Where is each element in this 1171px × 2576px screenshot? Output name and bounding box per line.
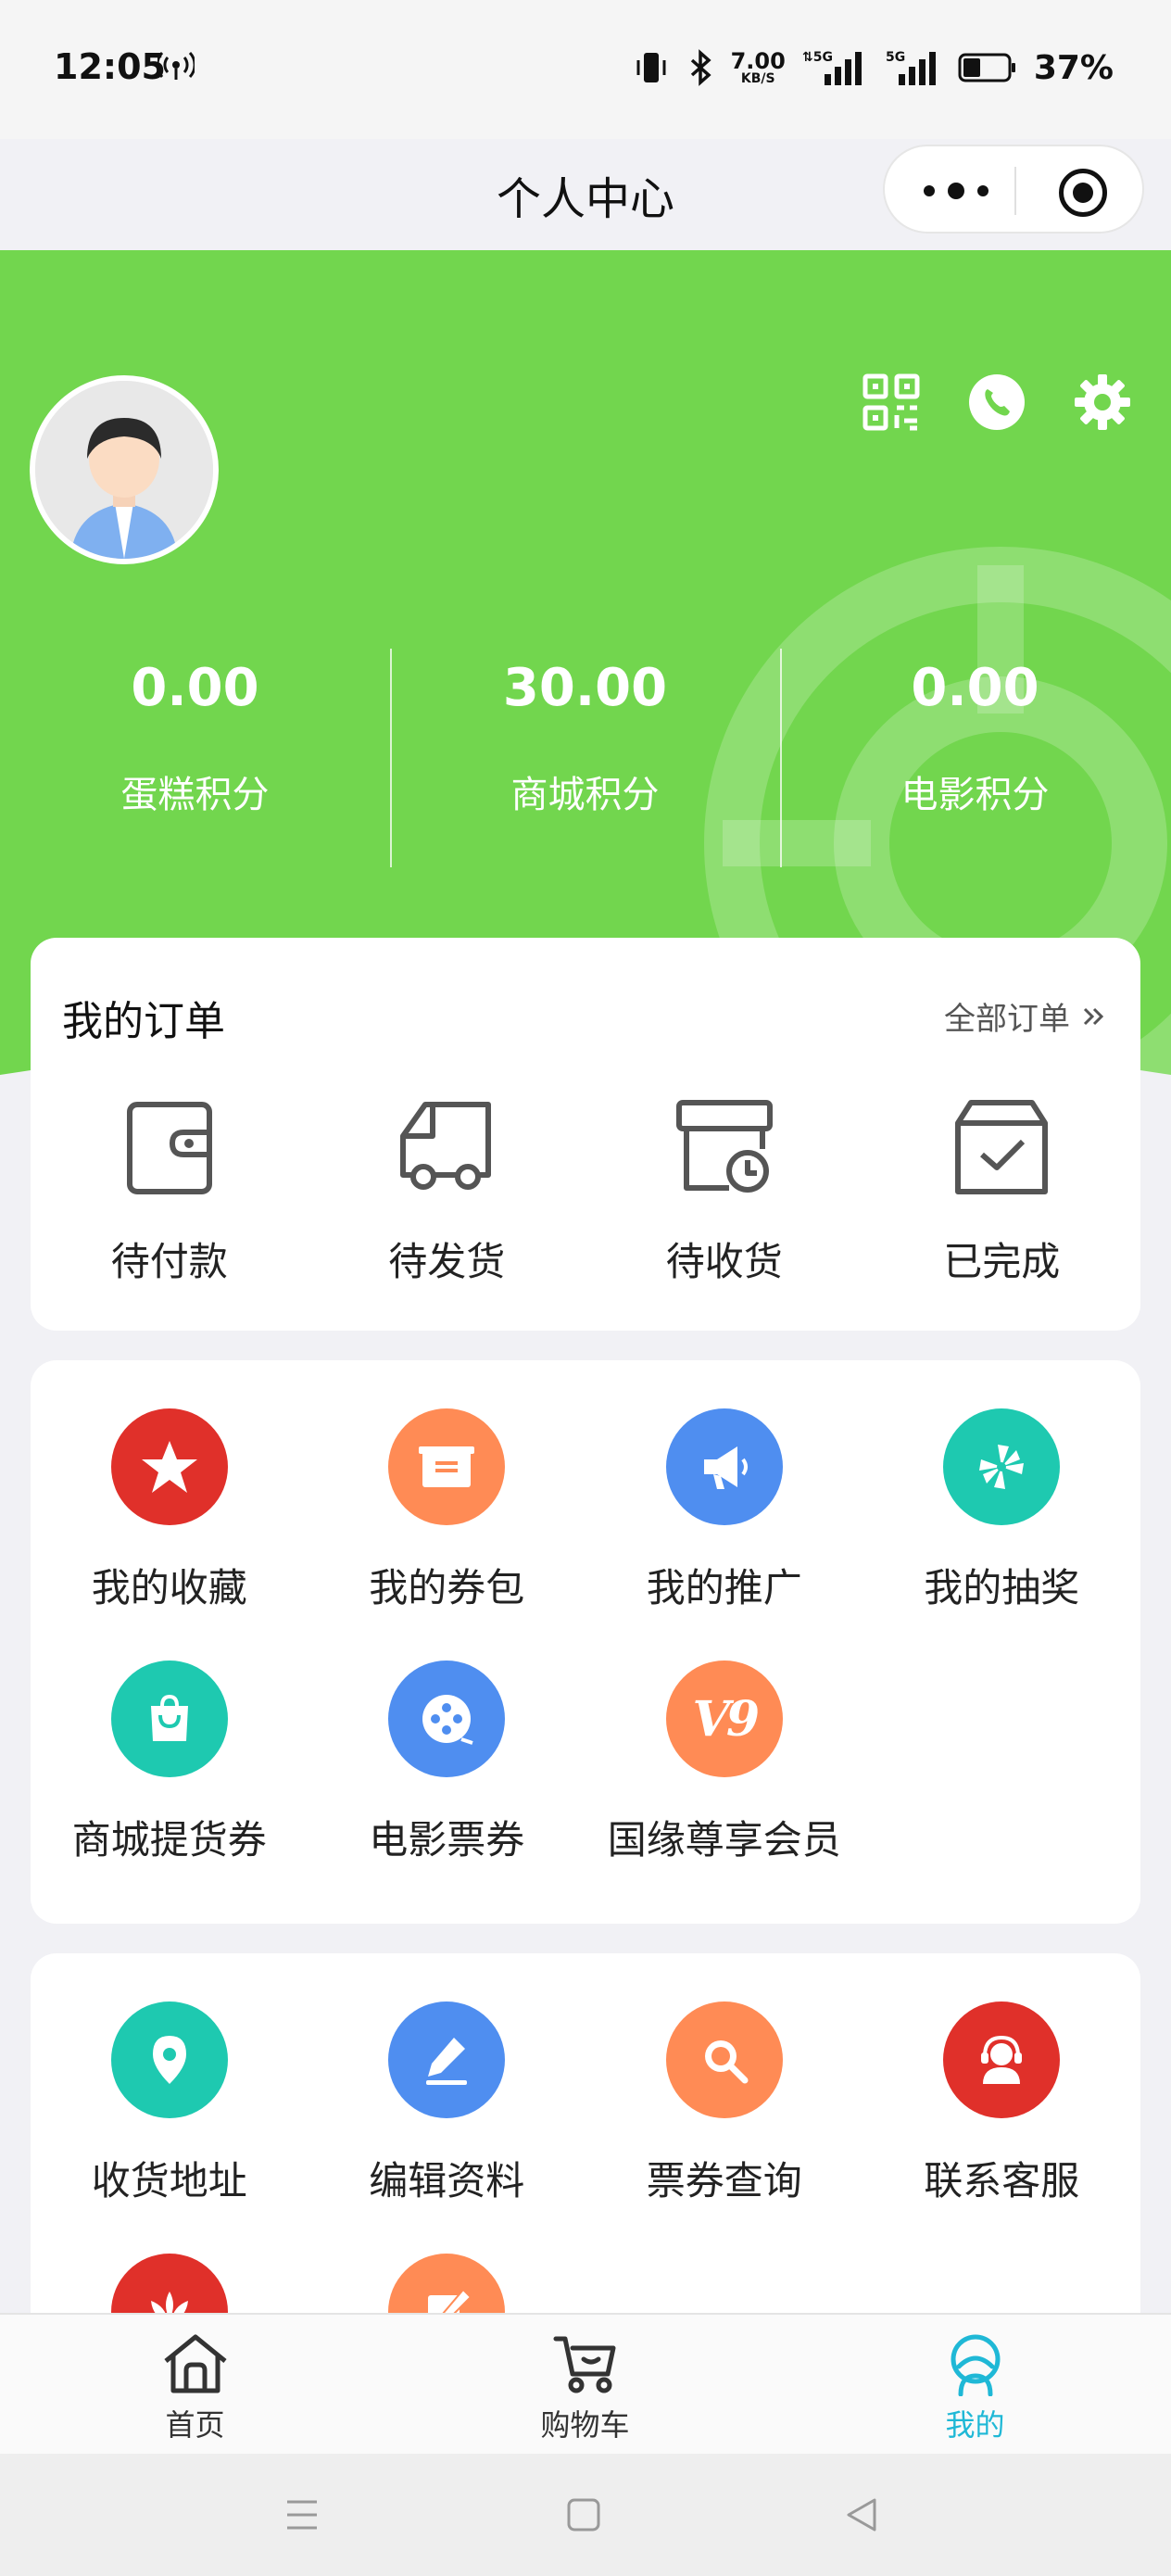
mall-voucher[interactable]: 商城提货券 [31,1661,308,1913]
order-pending-shipment[interactable]: 待发货 [308,1095,586,1287]
film-reel-icon [388,1661,506,1777]
points-movie[interactable]: 0.00 电影积分 [780,649,1170,867]
search-icon [665,2001,783,2118]
tab-label: 首页 [165,2407,225,2443]
my-lottery[interactable]: 我的抽奖 [863,1408,1141,1661]
my-promotion[interactable]: 我的推广 [586,1408,863,1661]
tool-label: 联系客服 [924,2158,1080,2203]
service-label: 我的抽奖 [924,1565,1080,1610]
megaphone-icon [665,1408,783,1525]
divider [390,649,392,867]
status-time: 12:05 [54,46,166,87]
pinwheel-icon [943,1408,1061,1525]
orders-title: 我的订单 [62,998,225,1045]
back-icon[interactable] [839,2493,884,2537]
points-value: 0.00 [911,658,1039,718]
hotspot-icon [157,52,195,80]
cart-icon [548,2331,623,2396]
tool-label: 票券查询 [646,2158,802,2203]
shipping-address[interactable]: 收货地址 [31,2001,308,2254]
service-label: 我的收藏 [91,1565,247,1610]
home-button-icon[interactable] [561,2493,606,2537]
order-pending-receipt[interactable]: 待收货 [586,1095,863,1287]
shopping-bag-icon [110,1661,228,1777]
menu-icon[interactable] [280,2493,324,2537]
tab-profile[interactable]: 我的 [780,2315,1170,2454]
my-coupons[interactable]: 我的券包 [308,1408,586,1661]
location-pin-icon [110,2001,228,2118]
tab-cart[interactable]: 购物车 [390,2315,780,2454]
ticket-query[interactable]: 票券查询 [586,2001,863,2254]
orders-card: 我的订单 全部订单 待付款 待发货 待收货 已完成 [31,938,1140,1331]
order-item-label: 待发货 [388,1239,506,1284]
more-options-button[interactable] [924,174,988,208]
battery-icon [958,53,1015,82]
order-pending-payment[interactable]: 待付款 [31,1095,308,1287]
tool-label: 收货地址 [91,2158,247,2203]
order-completed[interactable]: 已完成 [863,1095,1141,1287]
customer-service-icon [943,2001,1061,2118]
home-icon [158,2331,233,2396]
points-label: 电影积分 [900,774,1050,816]
service-label: 电影票券 [369,1817,525,1863]
signal-5g-icon: 5G [886,50,936,85]
order-item-label: 待付款 [110,1239,228,1284]
my-favorites[interactable]: 我的收藏 [31,1408,308,1661]
tab-label: 购物车 [540,2407,630,2443]
points-label: 蛋糕积分 [120,774,270,816]
svg-text:5G: 5G [886,50,905,65]
box-check-icon [951,1095,1052,1197]
net-speed: 7.00 KB/S [730,48,786,86]
v9-logo-icon: V9 [665,1661,783,1777]
service-label: 国缘尊享会员 [607,1817,841,1863]
star-icon [110,1408,228,1525]
wallet-icon [119,1095,220,1197]
double-chevron-right-icon [1083,1007,1104,1025]
profile-icon [938,2331,1013,2397]
header-actions [862,373,1132,432]
points-mall[interactable]: 30.00 商城积分 [390,649,780,867]
vibrate-icon [636,53,666,82]
status-bar: 12:05 7.00 KB/S ⇅5G 5G 37% [0,0,1171,139]
qrcode-icon[interactable] [862,373,921,432]
svg-text:⇅5G: ⇅5G [802,50,833,65]
points-summary: 0.00 蛋糕积分 30.00 商城积分 0.00 电影积分 [0,649,1171,867]
edit-profile[interactable]: 编辑资料 [308,2001,586,2254]
tab-home[interactable]: 首页 [0,2315,390,2454]
service-label: 我的券包 [369,1565,525,1610]
box-clock-icon [674,1095,775,1197]
tool-label: 编辑资料 [369,2158,525,2203]
divider [780,649,782,867]
points-value: 30.00 [502,658,668,718]
edit-pen-icon [388,2001,506,2118]
all-orders-label: 全部订单 [944,1001,1070,1038]
service-label: 商城提货券 [71,1817,267,1863]
services-card: 我的收藏 我的券包 我的推广 我的抽奖 商城提货券 电影票券 V9 国缘尊享会员 [31,1360,1140,1924]
signal-5g-icon: ⇅5G [802,50,862,85]
customer-service[interactable]: 联系客服 [863,2001,1141,2254]
points-cake[interactable]: 0.00 蛋糕积分 [0,649,390,818]
tab-label: 我的 [945,2407,1005,2443]
settings-icon[interactable] [1073,373,1132,432]
close-mini-program-button[interactable] [1059,169,1107,217]
truck-icon [396,1095,497,1197]
v9-badge-text: V9 [692,1690,760,1748]
battery-percent: 37% [1033,48,1114,87]
order-item-label: 待收货 [665,1239,783,1284]
service-label: 我的推广 [646,1565,802,1610]
movie-tickets[interactable]: 电影票券 [308,1661,586,1913]
order-item-label: 已完成 [943,1239,1061,1284]
coupon-icon [388,1408,506,1525]
bottom-tab-bar: 首页 购物车 我的 [0,2313,1171,2454]
points-value: 0.00 [131,658,259,718]
status-indicators: 7.00 KB/S ⇅5G 5G 37% [633,48,1114,87]
vip-membership[interactable]: V9 国缘尊享会员 [586,1661,863,1913]
all-orders-link[interactable]: 全部订单 [944,993,1107,1039]
phone-icon[interactable] [967,373,1026,432]
mini-program-capsule [883,145,1144,234]
system-navigation-bar [0,2454,1171,2576]
avatar[interactable] [30,375,219,564]
bluetooth-icon [690,49,711,86]
points-label: 商城积分 [510,774,660,816]
